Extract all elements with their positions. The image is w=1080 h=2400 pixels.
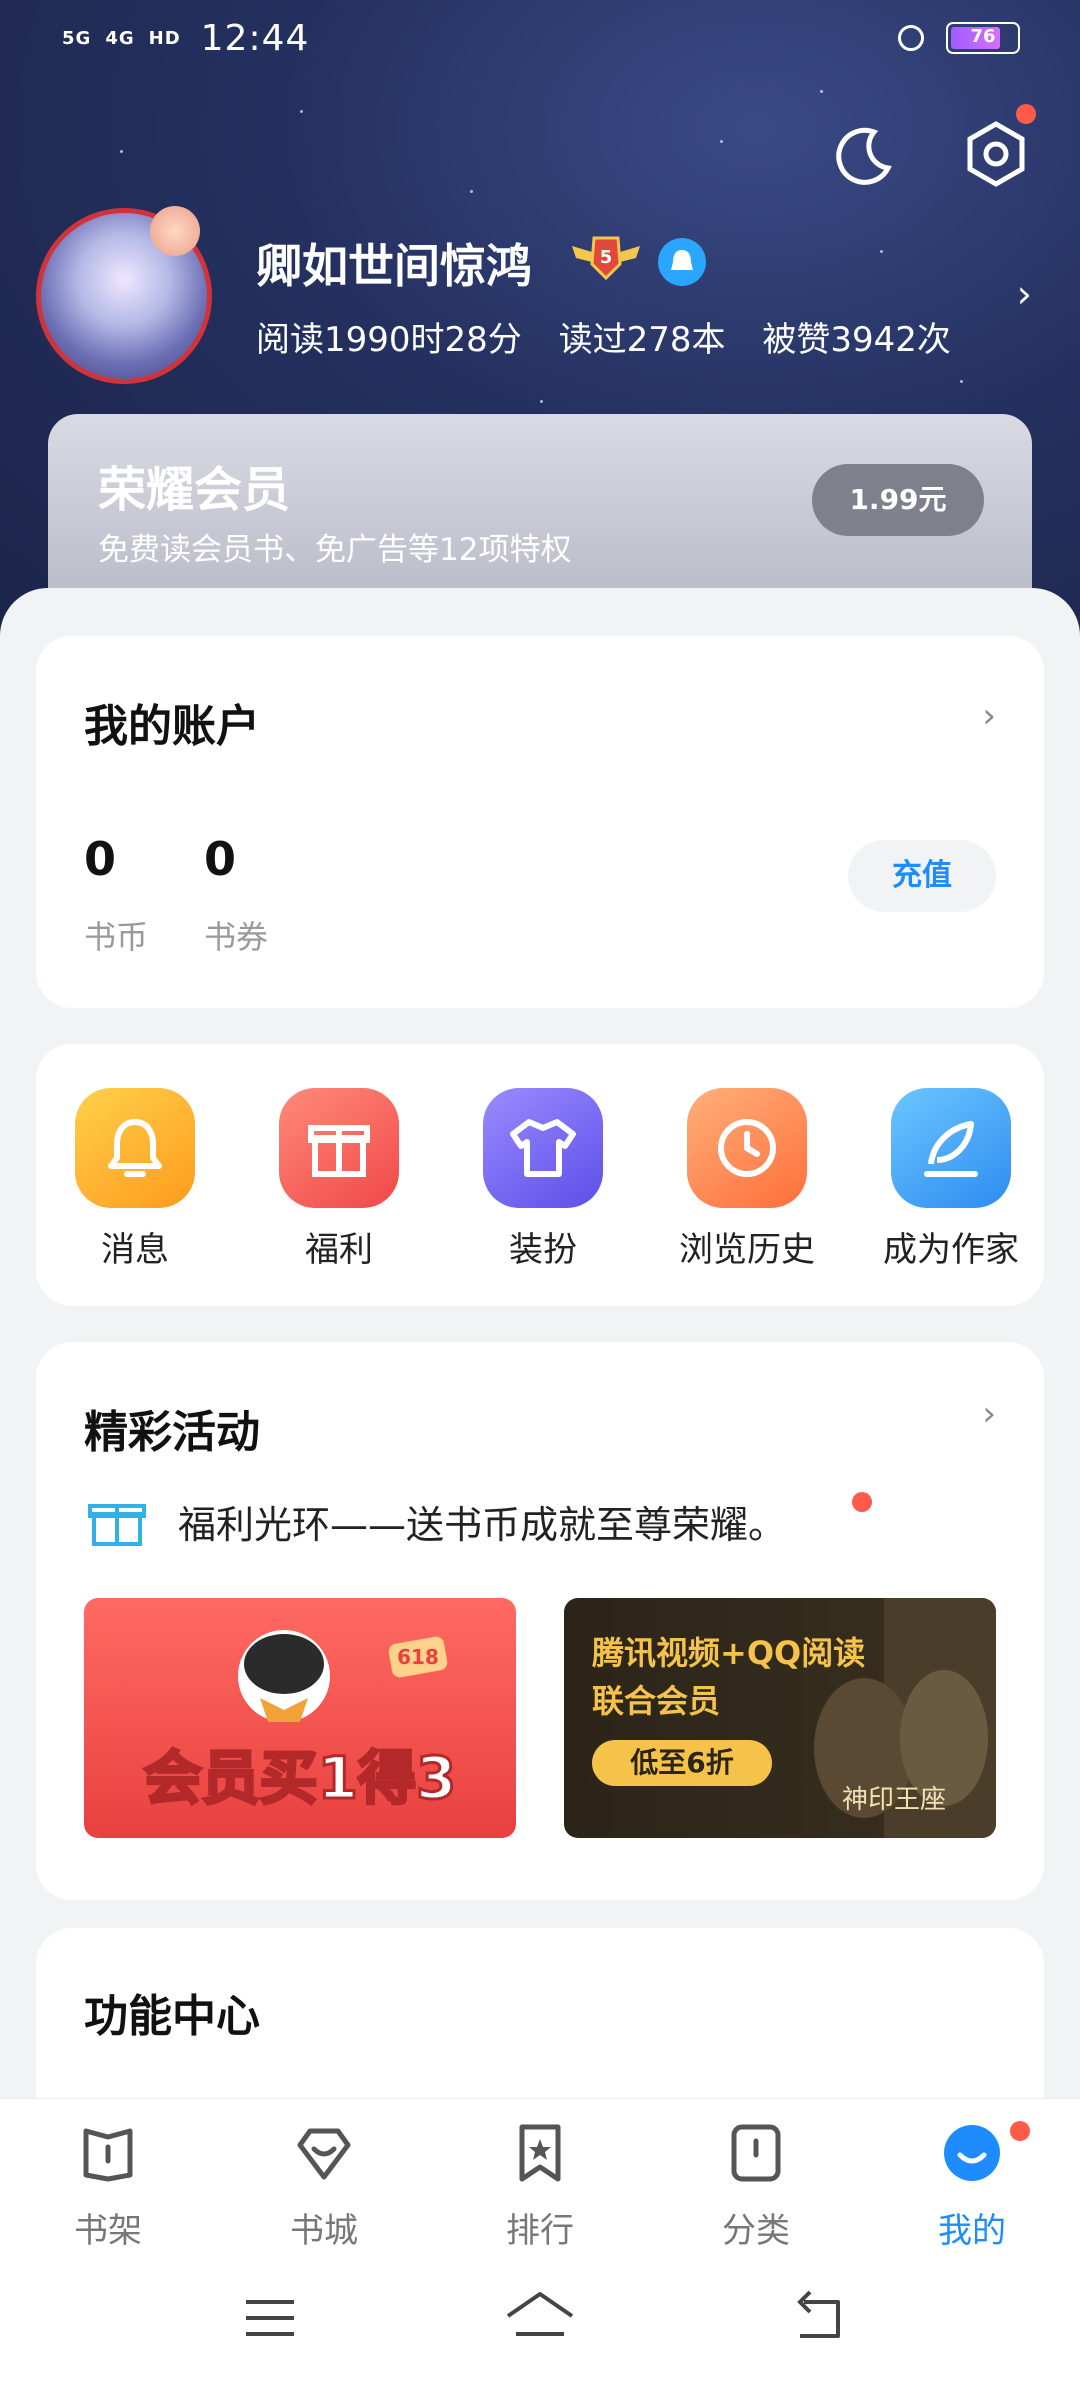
- vip-price-button[interactable]: 1.99元: [812, 464, 984, 536]
- banner2-line2: 联合会员: [592, 1682, 720, 1720]
- banner1-tag: 618: [397, 1645, 439, 1669]
- banner2-pill: 低至6折: [629, 1746, 733, 1779]
- username[interactable]: 卿如世间惊鸿: [256, 230, 532, 296]
- hd-indicator: HD: [148, 28, 181, 49]
- vouchers-value: 0: [204, 832, 237, 886]
- system-navigation-bar: [0, 2248, 1080, 2400]
- activities-title: 精彩活动: [84, 1407, 260, 1458]
- clock-icon: [687, 1088, 807, 1208]
- tab-label: 书城: [290, 2211, 358, 2251]
- level-number: 5: [600, 247, 613, 268]
- activities-card: 精彩活动 › 福利光环——送书币成就至尊荣耀。 618 会员买1得3 腾讯视频+…: [36, 1342, 1044, 1900]
- account-card: 我的账户 › 0 书币 0 书券 充值: [36, 636, 1044, 1008]
- shirt-icon: [483, 1088, 603, 1208]
- activity-notification-dot: [852, 1492, 872, 1512]
- category-icon: [731, 2124, 781, 2182]
- books-read: 读过278本: [558, 320, 726, 360]
- vip-subtitle: 免费读会员书、免广告等12项特权: [98, 532, 572, 568]
- shortcut-label: 福利: [305, 1230, 373, 1270]
- account-title: 我的账户: [84, 701, 260, 752]
- profile-header: 5G 4G HD 12:44 76 卿如世间惊鸿 5 阅读1990时28分 读过…: [0, 0, 1080, 640]
- shortcut-history[interactable]: 浏览历史: [652, 1088, 842, 1271]
- reading-stats: 阅读1990时28分 读过278本 被赞3942次: [256, 312, 977, 361]
- tab-label: 我的: [938, 2211, 1006, 2251]
- shortcut-become-writer[interactable]: 成为作家: [856, 1088, 1046, 1271]
- shortcut-welfare[interactable]: 福利: [244, 1088, 434, 1271]
- bookstore-icon: [297, 2128, 351, 2180]
- banner-vip-buy1get3[interactable]: 618 会员买1得3: [84, 1598, 516, 1838]
- content-sheet: 我的账户 › 0 书币 0 书券 充值 消息 福利 装扮 浏览历史 成为作家 精…: [0, 588, 1080, 2168]
- coins-label: 书币: [84, 918, 149, 956]
- tab-ranking[interactable]: 排行: [470, 2121, 610, 2252]
- banner2-line1: 腾讯视频+QQ阅读: [592, 1634, 865, 1672]
- vouchers-label: 书券: [204, 918, 269, 956]
- status-bar: 5G 4G HD 12:44 76: [0, 0, 1080, 80]
- menu-icon[interactable]: [240, 2288, 300, 2348]
- banner1-text: 会员买1得3: [144, 1744, 457, 1812]
- shortcut-messages[interactable]: 消息: [40, 1088, 230, 1271]
- shortcuts-card: 消息 福利 装扮 浏览历史 成为作家: [36, 1044, 1044, 1306]
- tab-label: 书架: [74, 2211, 142, 2251]
- bookshelf-icon: [83, 2128, 133, 2182]
- activity-text: 福利光环——送书币成就至尊荣耀。: [178, 1503, 787, 1547]
- account-chevron-icon[interactable]: ›: [982, 696, 996, 736]
- shortcut-label: 成为作家: [883, 1230, 1019, 1270]
- feather-icon: [891, 1088, 1011, 1208]
- shortcut-label: 消息: [101, 1230, 169, 1270]
- alarm-icon: [898, 25, 924, 51]
- tab-label: 排行: [506, 2211, 574, 2251]
- settings-notification-dot: [1016, 104, 1036, 124]
- me-notification-dot: [1010, 2121, 1030, 2141]
- level-badge-icon[interactable]: 5: [568, 232, 644, 284]
- battery-level: 76: [970, 26, 996, 47]
- recharge-button[interactable]: 充值: [848, 840, 996, 912]
- vip-title: 荣耀会员: [98, 462, 291, 518]
- clock: 12:44: [200, 18, 310, 59]
- activity-welfare-halo[interactable]: 福利光环——送书币成就至尊荣耀。: [88, 1494, 786, 1549]
- qq-bell-badge-icon[interactable]: [658, 238, 706, 286]
- profile-icon: [944, 2125, 1000, 2181]
- ranking-icon: [519, 2124, 561, 2182]
- shortcut-dressup[interactable]: 装扮: [448, 1088, 638, 1271]
- activities-chevron-icon[interactable]: ›: [982, 1394, 996, 1434]
- profile-chevron-right-icon[interactable]: ›: [1017, 272, 1032, 316]
- vip-membership-card[interactable]: 荣耀会员 免费读会员书、免广告等12项特权 1.99元: [48, 414, 1032, 604]
- night-mode-icon[interactable]: [828, 118, 900, 190]
- shortcut-label: 浏览历史: [679, 1230, 815, 1270]
- battery-icon: 76: [946, 22, 1020, 54]
- tab-bookshelf[interactable]: 书架: [38, 2121, 178, 2252]
- home-icon[interactable]: [502, 2286, 578, 2346]
- bottom-navigation: 书架 书城 排行 分类 我的: [0, 2098, 1080, 2252]
- tab-bookstore[interactable]: 书城: [254, 2121, 394, 2252]
- signal-5g: 5G: [62, 28, 92, 49]
- gift-icon: [279, 1088, 399, 1208]
- banner-tencent-qq-membership[interactable]: 腾讯视频+QQ阅读 联合会员 低至6折 神印王座: [564, 1598, 996, 1838]
- function-center-title: 功能中心: [84, 1991, 260, 2042]
- tab-label: 分类: [722, 2211, 790, 2251]
- reading-time: 阅读1990时28分: [256, 320, 522, 360]
- likes-received: 被赞3942次: [762, 320, 951, 360]
- bell-icon: [75, 1088, 195, 1208]
- settings-icon[interactable]: [960, 118, 1032, 190]
- back-icon[interactable]: [790, 2288, 850, 2348]
- avatar-frame-moon: [150, 206, 200, 256]
- tab-category[interactable]: 分类: [686, 2121, 826, 2252]
- gift-outline-icon: [88, 1503, 146, 1546]
- banner2-logo: 神印王座: [842, 1785, 946, 1815]
- shortcut-label: 装扮: [509, 1230, 577, 1270]
- signal-4g: 4G: [105, 28, 135, 49]
- coins-value: 0: [84, 832, 117, 886]
